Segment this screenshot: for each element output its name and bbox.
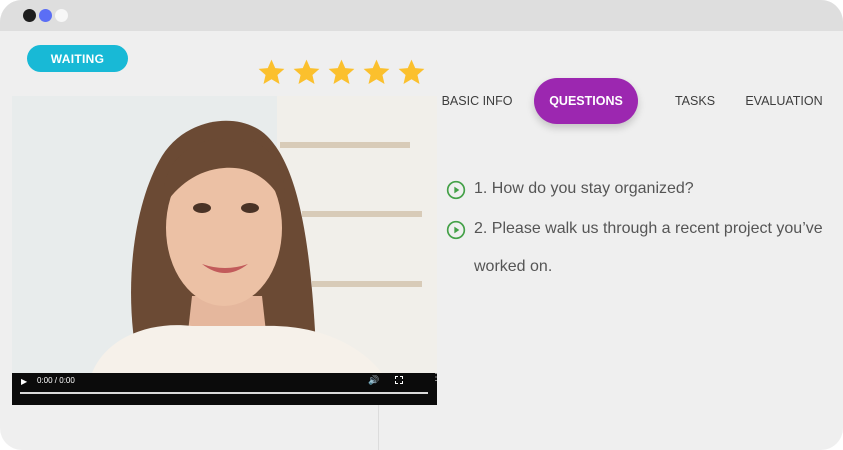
star-icon[interactable] <box>256 57 287 88</box>
question-item[interactable]: 2. Please walk us through a recent proje… <box>446 220 836 286</box>
window-maximize-dot[interactable] <box>55 9 68 22</box>
video-frame <box>12 96 437 373</box>
star-icon[interactable] <box>326 57 357 88</box>
star-icon[interactable] <box>396 57 427 88</box>
rating-stars[interactable] <box>256 57 427 88</box>
tab-evaluation[interactable]: EVALUATION <box>744 78 824 124</box>
tab-tasks[interactable]: TASKS <box>670 78 720 124</box>
play-icon[interactable]: ▶ <box>21 377 27 386</box>
window-titlebar <box>0 0 843 31</box>
video-time: 0:00 / 0:00 <box>37 376 75 385</box>
play-circle-icon[interactable] <box>446 220 466 240</box>
more-vert-icon[interactable]: ⋮ <box>431 373 437 383</box>
fullscreen-icon[interactable] <box>395 376 403 384</box>
volume-icon[interactable]: 🔊 <box>368 375 379 386</box>
window-minimize-dot[interactable] <box>39 9 52 22</box>
video-player[interactable]: ▶ 0:00 / 0:00 🔊 ⋮ <box>12 96 437 405</box>
window-close-dot[interactable] <box>23 9 36 22</box>
play-circle-icon[interactable] <box>446 180 466 200</box>
tab-questions[interactable]: QUESTIONS <box>534 78 638 124</box>
status-badge: WAITING <box>27 45 128 72</box>
app-window: WAITING ▶ 0:00 / 0:00 🔊 ⋮ BASIC INFO QUE… <box>0 0 843 450</box>
video-controls: ▶ 0:00 / 0:00 🔊 ⋮ <box>12 373 437 405</box>
question-text: 1. How do you stay organized? <box>474 180 694 197</box>
star-icon[interactable] <box>361 57 392 88</box>
star-icon[interactable] <box>291 57 322 88</box>
questions-list: 1. How do you stay organized? 2. Please … <box>446 174 836 286</box>
panel-divider <box>378 405 379 450</box>
tab-basic-info[interactable]: BASIC INFO <box>438 78 516 124</box>
question-item[interactable]: 1. How do you stay organized? <box>446 180 836 208</box>
tab-bar: BASIC INFO QUESTIONS TASKS EVALUATION <box>438 74 843 130</box>
video-progress-bar[interactable] <box>20 392 428 394</box>
question-text: 2. Please walk us through a recent proje… <box>474 220 823 275</box>
